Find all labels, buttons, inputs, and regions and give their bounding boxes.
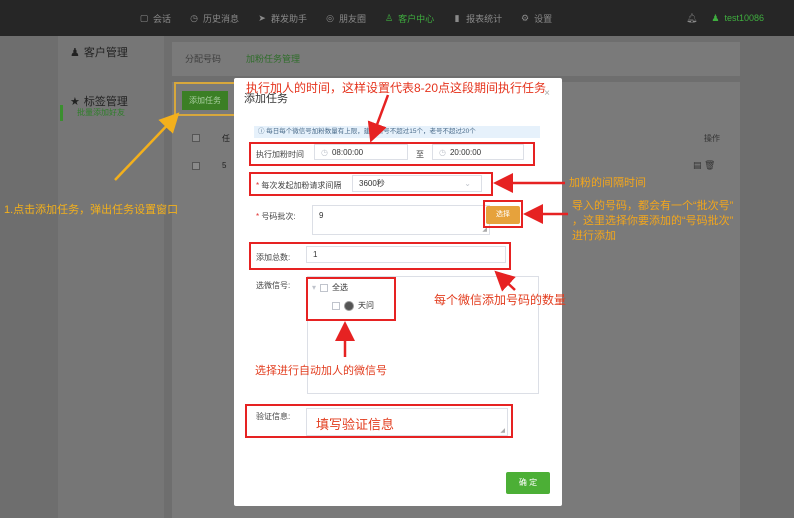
edit-icon[interactable]: ▤ [693,160,702,170]
user-menu[interactable]: ♟ test10086 [711,13,764,24]
aperture-icon: ◎ [326,12,334,23]
wechat-label: 选微信号: [256,281,291,290]
person-icon: ♟ [711,12,720,23]
top-navigation-bar: ▢ 会话 ◷ 历史消息 ➤ 群发助手 ◎ 朋友圈 ♙ 客户中心 ▮ 报表统计 ⚙ 设置 🔔︎ … [0,0,794,36]
wechat-highlight-box [306,277,396,321]
sidebar: ♟ 客户管理 批量添加好友 ★ 标签管理 [58,36,164,518]
annotation-wechat: 选择进行自动加人的微信号 [255,365,387,377]
annotation-batch: 导入的号码，都会有一个“批次号” ，这里选择你要添加的“号码批次” 进行添加 [572,199,733,244]
nav-item-customer-center[interactable]: ♙ 客户中心 [375,0,443,36]
username: test10086 [724,13,764,23]
batch-label-text: 号码批次: [261,212,296,221]
total-highlight-box [249,242,511,270]
annotation-add-task: 1.点击添加任务，弹出任务设置窗口 [4,204,179,216]
nav-label: 会话 [153,13,172,24]
tab-task-management[interactable]: 加粉任务管理 [246,52,300,65]
clock-icon: ◷ [190,12,198,23]
nav-item-reports[interactable]: ▮ 报表统计 [443,0,511,36]
nav-label: 群发助手 [271,13,308,24]
interval-highlight-box [249,172,493,196]
annotation-total: 每个微信添加号码的数量 [434,293,567,307]
nav-label: 报表统计 [466,13,503,24]
row-checkbox[interactable] [192,162,200,170]
annotation-batch-line3: 进行添加 [572,230,616,242]
sidebar-group-label: 标签管理 [83,96,128,108]
info-notice: ⓘ 每日每个微信号加粉数量有上限，建议新号不超过15个，老号不超过20个 [254,126,540,138]
time-highlight-box [249,142,535,166]
operation-header: 操作 [704,134,720,143]
nav-item-broadcast[interactable]: ➤ 群发助手 [248,0,316,36]
add-task-button[interactable]: 添加任务 [182,91,228,110]
batch-textarea[interactable]: 9 ◢ [312,205,490,235]
nav-label: 历史消息 [203,13,240,24]
annotation-batch-line2: ，这里选择你要添加的“号码批次” [572,215,734,227]
annotation-verify: 填写验证信息 [316,417,395,432]
person-icon: ♟ [70,46,80,59]
main-nav: ▢ 会话 ◷ 历史消息 ➤ 群发助手 ◎ 朋友圈 ♙ 客户中心 ▮ 报表统计 ⚙ 设置 [130,0,561,36]
top-right-area: 🔔︎ ♟ test10086 [686,0,764,36]
choose-highlight-box [483,200,523,228]
nav-label: 客户中心 [398,13,435,24]
gear-icon: ⚙ [521,12,530,23]
annotation-time: 执行加人的时间，这样设置代表8-20点这段期间执行任务 [246,81,547,95]
table-cell: 5 [222,161,227,170]
nav-item-chat[interactable]: ▢ 会话 [130,0,180,36]
row-actions: ▤ 🗑︎ [693,160,715,171]
tab-assign-numbers[interactable]: 分配号码 [185,52,221,65]
trash-icon[interactable]: 🗑︎ [704,160,715,170]
sidebar-group-label: 客户管理 [83,47,128,59]
annotation-batch-line1: 导入的号码，都会有一个“批次号” [572,200,734,212]
confirm-button[interactable]: 确 定 [506,472,550,494]
sidebar-group-customer[interactable]: ♟ 客户管理 [70,44,128,60]
annotation-interval: 加粉的间隔时间 [569,177,646,189]
star-icon: ★ [70,95,80,108]
nav-label: 设置 [534,13,553,24]
chat-icon: ▢ [139,12,149,23]
nav-item-settings[interactable]: ⚙ 设置 [511,0,561,36]
batch-label: * 号码批次: [256,212,296,221]
nav-label: 朋友圈 [339,13,367,24]
batch-value: 9 [319,211,324,220]
nav-item-moments[interactable]: ◎ 朋友圈 [316,0,375,36]
nav-item-history[interactable]: ◷ 历史消息 [180,0,248,36]
select-all-checkbox[interactable] [192,134,200,142]
bell-icon[interactable]: 🔔︎ [686,13,697,24]
sidebar-group-tags[interactable]: ★ 标签管理 [70,93,128,109]
user-icon: ♙ [385,12,394,23]
send-icon: ➤ [258,12,266,23]
bar-chart-icon: ▮ [454,12,460,23]
table-header-cell: 任 [222,134,230,143]
